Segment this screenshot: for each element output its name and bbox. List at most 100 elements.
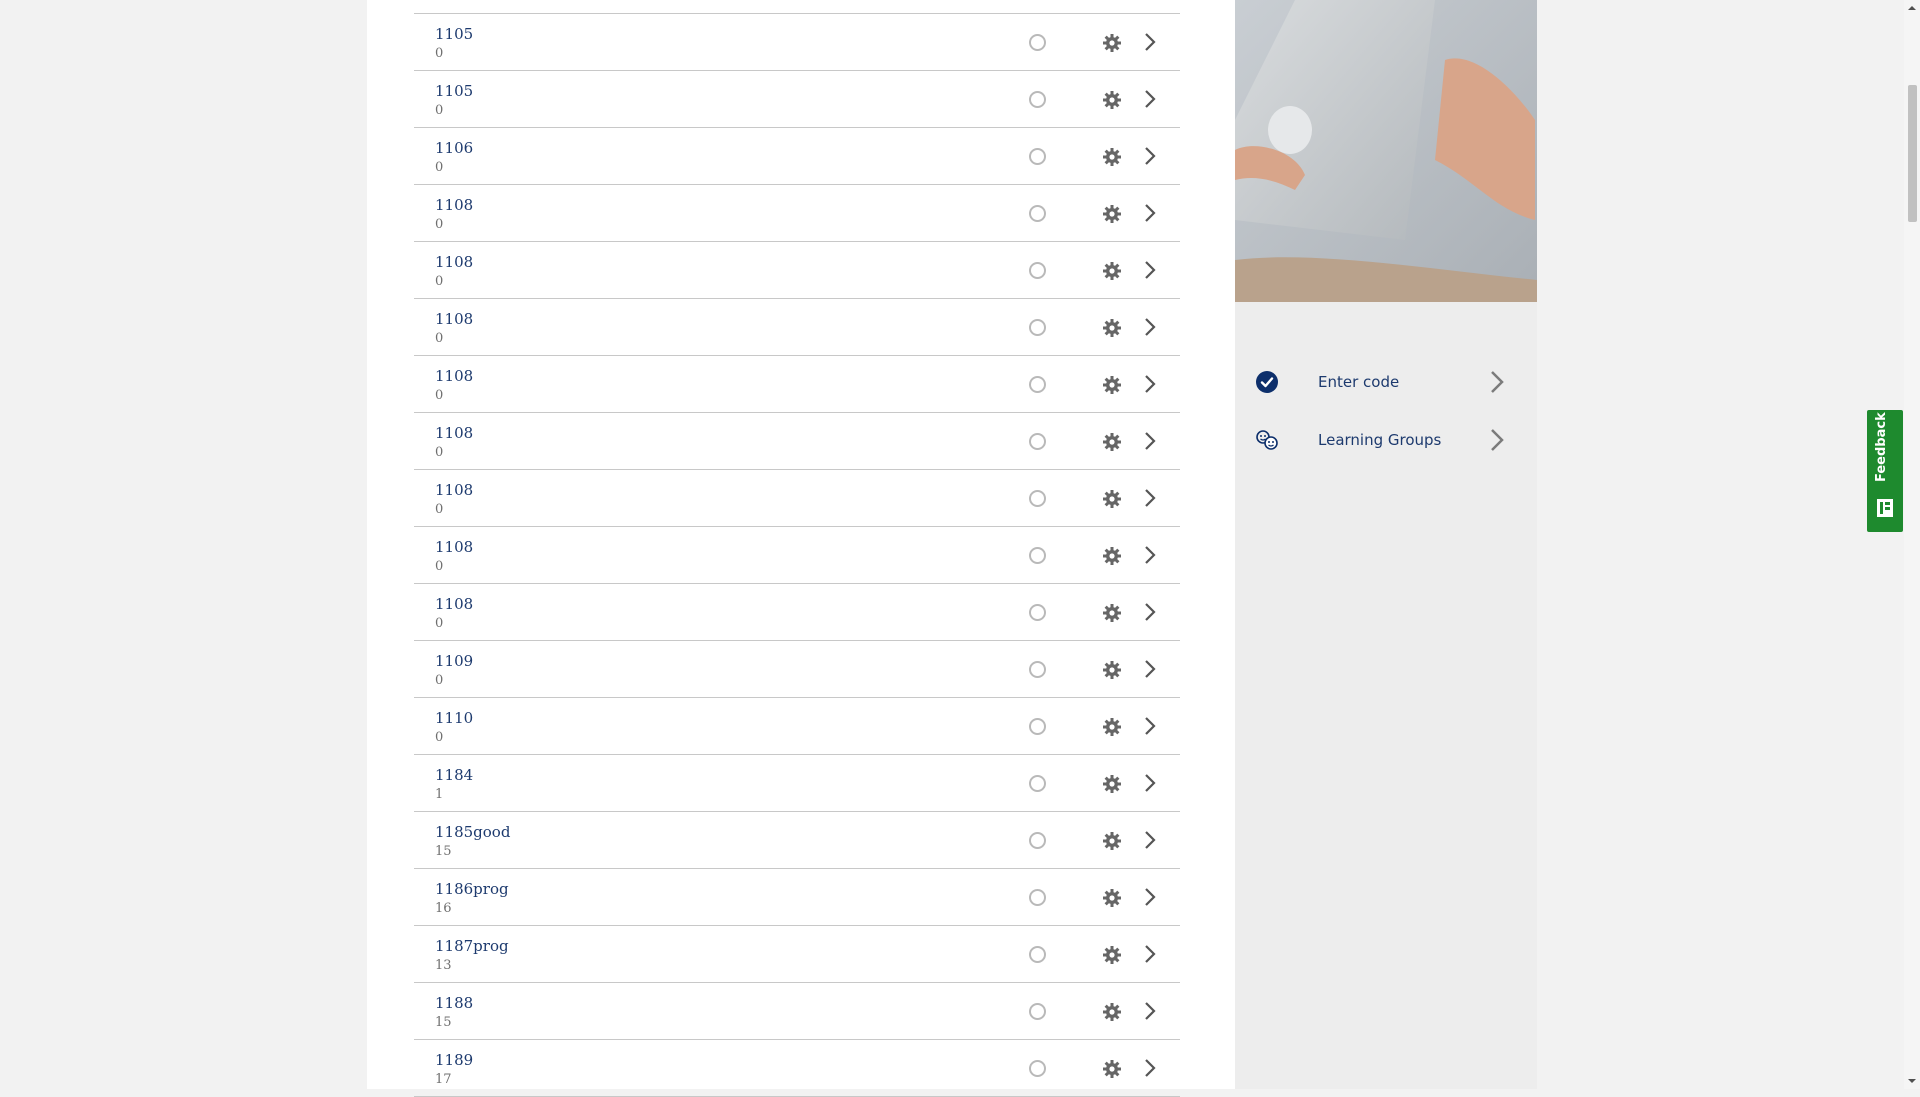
list-item[interactable]: 1187prog 13 <box>414 926 1180 983</box>
chevron-right-icon[interactable] <box>1143 772 1157 794</box>
list-item[interactable]: 1106 0 <box>414 128 1180 185</box>
item-title[interactable]: 1187prog <box>435 937 509 955</box>
gear-icon[interactable] <box>1102 717 1122 737</box>
chevron-right-icon[interactable] <box>1143 202 1157 224</box>
radio-icon[interactable] <box>1029 661 1046 678</box>
chevron-right-icon[interactable] <box>1143 715 1157 737</box>
gear-icon[interactable] <box>1102 318 1122 338</box>
gear-icon[interactable] <box>1102 90 1122 110</box>
page-scrollbar[interactable] <box>1904 0 1920 1089</box>
radio-icon[interactable] <box>1029 547 1046 564</box>
gear-icon[interactable] <box>1102 147 1122 167</box>
item-title[interactable]: 1108 <box>435 253 473 271</box>
list-item[interactable]: 1108 0 <box>414 527 1180 584</box>
item-title[interactable]: 1185good <box>435 823 510 841</box>
item-title[interactable]: 1108 <box>435 196 473 214</box>
gear-icon[interactable] <box>1102 432 1122 452</box>
learning-groups-link[interactable]: Learning Groups <box>1255 422 1525 458</box>
chevron-right-icon[interactable] <box>1143 88 1157 110</box>
radio-icon[interactable] <box>1029 946 1046 963</box>
gear-icon[interactable] <box>1102 1059 1122 1079</box>
radio-icon[interactable] <box>1029 604 1046 621</box>
gear-icon[interactable] <box>1102 375 1122 395</box>
chevron-right-icon[interactable] <box>1143 601 1157 623</box>
chevron-right-icon[interactable] <box>1143 1057 1157 1079</box>
item-title[interactable]: 1108 <box>435 481 473 499</box>
radio-icon[interactable] <box>1029 91 1046 108</box>
item-title[interactable]: 1110 <box>435 709 473 727</box>
item-title[interactable]: 1108 <box>435 424 473 442</box>
item-title[interactable]: 1109 <box>435 652 473 670</box>
chevron-right-icon[interactable] <box>1143 829 1157 851</box>
radio-icon[interactable] <box>1029 1060 1046 1077</box>
item-title[interactable]: 1188 <box>435 994 473 1012</box>
item-title[interactable]: 1108 <box>435 595 473 613</box>
item-title[interactable]: 1105 <box>435 25 473 43</box>
list-item[interactable]: 1109 0 <box>414 641 1180 698</box>
list-item[interactable]: 1184 1 <box>414 755 1180 812</box>
chevron-right-icon[interactable] <box>1143 373 1157 395</box>
list-item[interactable]: 1108 0 <box>414 185 1180 242</box>
radio-icon[interactable] <box>1029 262 1046 279</box>
radio-icon[interactable] <box>1029 205 1046 222</box>
list-item[interactable]: 1110 0 <box>414 698 1180 755</box>
radio-icon[interactable] <box>1029 34 1046 51</box>
gear-icon[interactable] <box>1102 261 1122 281</box>
chevron-right-icon[interactable] <box>1143 544 1157 566</box>
list-item[interactable]: 1189 17 <box>414 1040 1180 1097</box>
item-title[interactable]: 1105 <box>435 82 473 100</box>
gear-icon[interactable] <box>1102 1002 1122 1022</box>
item-title[interactable]: 1189 <box>435 1051 473 1069</box>
chevron-right-icon[interactable] <box>1143 487 1157 509</box>
radio-icon[interactable] <box>1029 889 1046 906</box>
list-item[interactable]: 1108 0 <box>414 470 1180 527</box>
item-title[interactable]: 1108 <box>435 367 473 385</box>
list-item[interactable]: 1105 0 <box>414 14 1180 71</box>
list-item[interactable]: 1185good 15 <box>414 812 1180 869</box>
scroll-down-icon[interactable] <box>1907 1076 1917 1086</box>
chevron-right-icon[interactable] <box>1143 658 1157 680</box>
gear-icon[interactable] <box>1102 945 1122 965</box>
list-item[interactable]: 1188 15 <box>414 983 1180 1040</box>
list-item[interactable]: 1108 0 <box>414 584 1180 641</box>
gear-icon[interactable] <box>1102 888 1122 908</box>
item-title[interactable]: 1186prog <box>435 880 509 898</box>
radio-icon[interactable] <box>1029 148 1046 165</box>
chevron-right-icon[interactable] <box>1143 1000 1157 1022</box>
item-title[interactable]: 1108 <box>435 538 473 556</box>
chevron-right-icon[interactable] <box>1143 430 1157 452</box>
feedback-tab[interactable]: Feedback <box>1867 410 1903 532</box>
chevron-right-icon[interactable] <box>1143 31 1157 53</box>
list-item[interactable]: 1186prog 16 <box>414 869 1180 926</box>
gear-icon[interactable] <box>1102 204 1122 224</box>
gear-icon[interactable] <box>1102 831 1122 851</box>
chevron-right-icon[interactable] <box>1143 886 1157 908</box>
list-item[interactable]: 1108 0 <box>414 356 1180 413</box>
gear-icon[interactable] <box>1102 660 1122 680</box>
chevron-right-icon[interactable] <box>1143 145 1157 167</box>
radio-icon[interactable] <box>1029 319 1046 336</box>
radio-icon[interactable] <box>1029 775 1046 792</box>
radio-icon[interactable] <box>1029 718 1046 735</box>
enter-code-link[interactable]: Enter code <box>1255 364 1525 400</box>
radio-icon[interactable] <box>1029 490 1046 507</box>
scroll-up-icon[interactable] <box>1907 3 1917 13</box>
gear-icon[interactable] <box>1102 489 1122 509</box>
chevron-right-icon[interactable] <box>1143 259 1157 281</box>
gear-icon[interactable] <box>1102 33 1122 53</box>
radio-icon[interactable] <box>1029 832 1046 849</box>
gear-icon[interactable] <box>1102 546 1122 566</box>
chevron-right-icon[interactable] <box>1143 316 1157 338</box>
item-title[interactable]: 1184 <box>435 766 473 784</box>
item-title[interactable]: 1108 <box>435 310 473 328</box>
item-title[interactable]: 1106 <box>435 139 473 157</box>
list-item[interactable]: 1108 0 <box>414 413 1180 470</box>
list-item[interactable]: 1108 0 <box>414 299 1180 356</box>
radio-icon[interactable] <box>1029 433 1046 450</box>
gear-icon[interactable] <box>1102 774 1122 794</box>
list-item[interactable]: 1108 0 <box>414 242 1180 299</box>
radio-icon[interactable] <box>1029 376 1046 393</box>
chevron-right-icon[interactable] <box>1143 943 1157 965</box>
radio-icon[interactable] <box>1029 1003 1046 1020</box>
scroll-thumb[interactable] <box>1908 85 1917 222</box>
